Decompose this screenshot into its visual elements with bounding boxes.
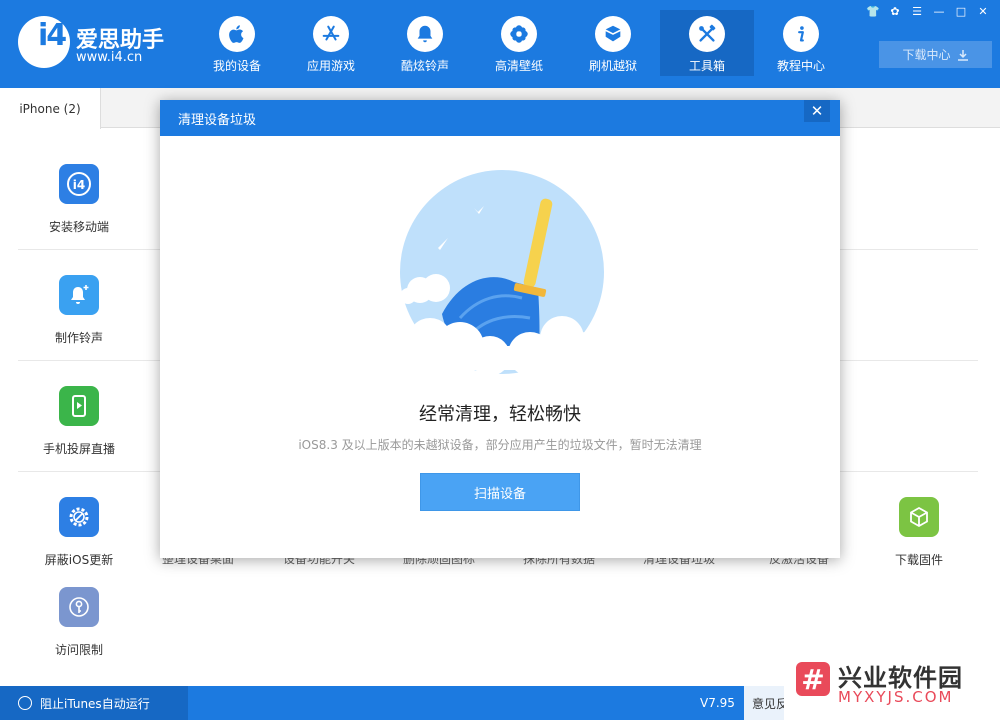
key-icon [69, 597, 89, 617]
tool-make-ringtone[interactable]: 制作铃声 [19, 275, 139, 346]
gear-block-icon [69, 507, 89, 527]
version-label: V7.95 [700, 696, 735, 710]
info-icon [798, 26, 804, 42]
bell-icon [417, 25, 433, 43]
nav-label: 刷机越狱 [588, 59, 637, 73]
dialog-heading: 经常清理，轻松畅快 [419, 404, 581, 425]
close-icon[interactable]: ✕ [974, 3, 992, 19]
app-header: i4 爱思助手 www.i4.cn 我的设备 应用游戏 酷炫铃声 高清壁纸 刷机… [0, 0, 1000, 88]
nav-ringtones[interactable]: 酷炫铃声 [378, 10, 472, 76]
tool-label-occluded[interactable]: 设备功能开关 [283, 558, 355, 567]
broom-illustration [400, 170, 604, 376]
download-center-label: 下载中心 [902, 48, 951, 62]
dialog-header: 清理设备垃圾 [160, 100, 840, 136]
nav-label: 高清壁纸 [494, 59, 543, 73]
tool-label: 安装移动端 [48, 220, 109, 234]
skin-icon[interactable]: 👕 [864, 3, 882, 19]
tool-label-occluded[interactable]: 整理设备桌面 [162, 558, 234, 567]
tool-label-occluded[interactable]: 反激活设备 [769, 558, 829, 567]
tool-label: 手机投屏直播 [42, 442, 115, 456]
gear-icon[interactable]: ✿ [886, 3, 904, 19]
nav-label: 工具箱 [688, 59, 725, 73]
tool-label: 制作铃声 [54, 331, 103, 345]
block-itunes-label: 阻止iTunes自动运行 [40, 696, 150, 711]
window-controls: 👕 ✿ ☰ — □ ✕ [864, 3, 992, 19]
scan-device-button[interactable]: 扫描设备 [420, 473, 580, 511]
maximize-icon[interactable]: □ [952, 3, 970, 19]
app-store-icon [322, 25, 340, 41]
app-logo: i4 [18, 16, 70, 68]
nav-wallpapers[interactable]: 高清壁纸 [472, 10, 566, 76]
tool-screen-cast[interactable]: 手机投屏直播 [19, 386, 139, 457]
box-icon [605, 25, 621, 42]
menu-icon[interactable]: ☰ [908, 3, 926, 19]
nav-label: 应用游戏 [306, 59, 355, 73]
apple-icon [229, 25, 244, 43]
bell-plus-icon [71, 285, 89, 304]
block-itunes-toggle[interactable]: 阻止iTunes自动运行 [0, 686, 188, 720]
logo-text: i4 [38, 18, 67, 53]
download-center-button[interactable]: 下载中心 [879, 41, 992, 68]
screen-cast-icon [72, 395, 86, 417]
nav-tutorials[interactable]: 教程中心 [754, 10, 848, 76]
brand-url: www.i4.cn [76, 50, 143, 65]
tool-label: 访问限制 [54, 643, 103, 657]
tool-label-occluded[interactable]: 抹除所有数据 [523, 558, 595, 567]
tool-install-mobile[interactable]: i4 安装移动端 [19, 164, 139, 235]
cube-icon [910, 506, 928, 528]
tool-label-occluded[interactable]: 清理设备垃圾 [643, 558, 715, 567]
flower-icon [510, 25, 528, 43]
tools-icon [699, 24, 716, 42]
minimize-icon[interactable]: — [930, 3, 948, 19]
clean-junk-dialog: 清理设备垃圾 ✕ 经常清理，轻松畅快 iOS8.3 及以上版本的未越狱设备，部分… [160, 100, 840, 558]
main-nav: 我的设备 应用游戏 酷炫铃声 高清壁纸 刷机越狱 工具箱 教程中心 [190, 10, 848, 76]
nav-apps-games[interactable]: 应用游戏 [284, 10, 378, 76]
radio-circle-icon [18, 696, 32, 710]
dialog-close-button[interactable]: ✕ [804, 100, 830, 122]
dialog-description: iOS8.3 及以上版本的未越狱设备，部分应用产生的垃圾文件，暂时无法清理 [298, 438, 702, 452]
svg-text:i4: i4 [73, 178, 85, 192]
watermark: # 兴业软件园 MYXYJS.COM [784, 652, 1000, 720]
tool-access-restriction[interactable]: 访问限制 [19, 587, 139, 658]
download-icon [957, 49, 968, 61]
watermark-url: MYXYJS.COM [838, 688, 954, 706]
occluded-tool-labels: 整理设备桌面 设备功能开关 删除顽固图标 抹除所有数据 清理设备垃圾 反激活设备 [0, 558, 1000, 568]
nav-flash-jailbreak[interactable]: 刷机越狱 [566, 10, 660, 76]
i4-app-icon: i4 [67, 172, 91, 196]
nav-label: 酷炫铃声 [400, 59, 449, 73]
dialog-title: 清理设备垃圾 [178, 112, 257, 128]
nav-label: 教程中心 [776, 59, 825, 73]
tool-label-occluded[interactable]: 删除顽固图标 [403, 558, 475, 567]
nav-my-device[interactable]: 我的设备 [190, 10, 284, 76]
watermark-logo-icon: # [796, 662, 830, 696]
nav-toolbox[interactable]: 工具箱 [660, 10, 754, 76]
nav-label: 我的设备 [212, 59, 261, 73]
tab-iphone[interactable]: iPhone (2) [0, 88, 101, 129]
